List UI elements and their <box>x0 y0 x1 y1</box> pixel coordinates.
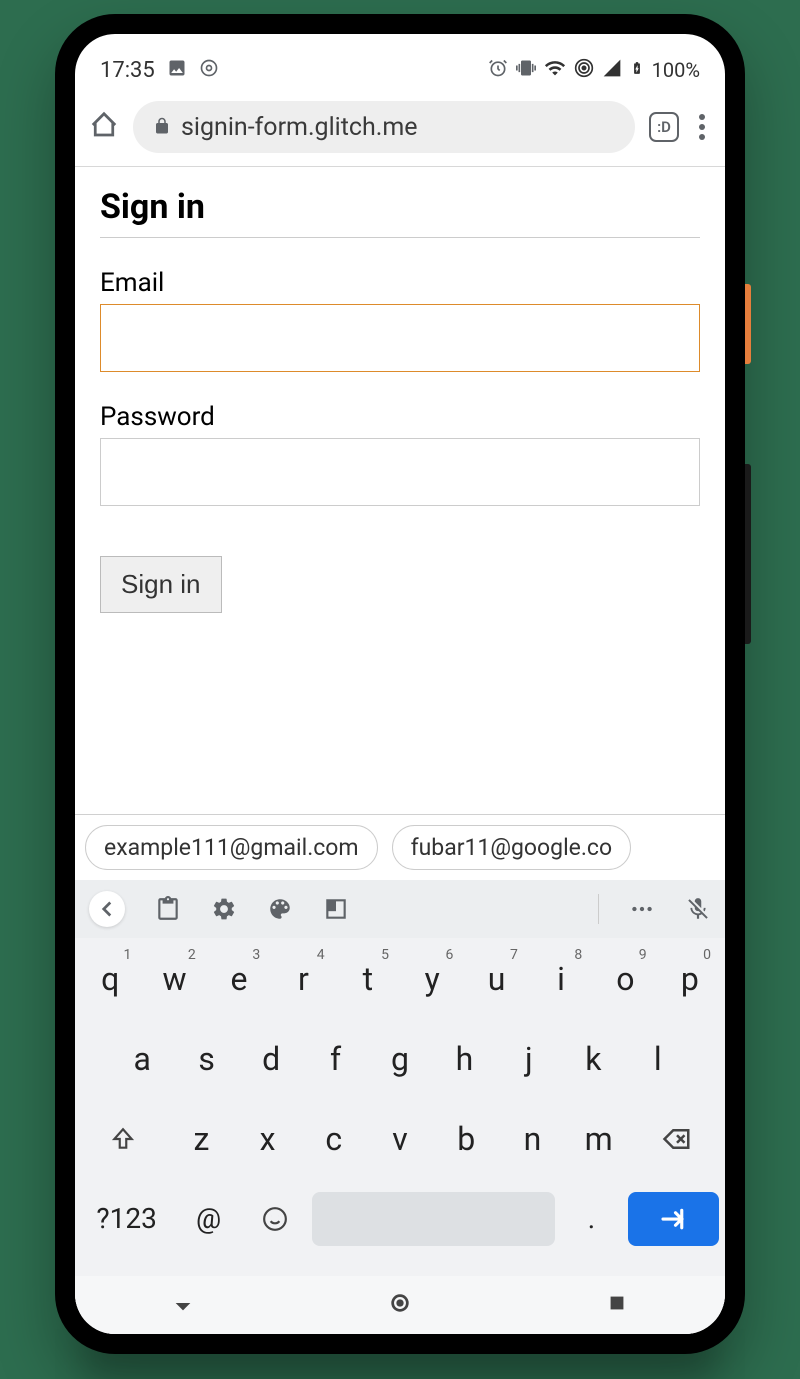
key-y[interactable]: y6 <box>403 944 461 1014</box>
page-content: Sign in Email Password Sign in <box>75 167 725 814</box>
gear-icon[interactable] <box>211 896 237 922</box>
space-key[interactable] <box>312 1192 555 1246</box>
image-icon <box>167 58 187 84</box>
email-field[interactable] <box>100 304 700 372</box>
keyboard-row: zxcvbnm <box>81 1104 719 1174</box>
key-k[interactable]: k <box>564 1024 622 1094</box>
key-i[interactable]: i8 <box>532 944 590 1014</box>
backspace-key[interactable] <box>635 1104 719 1174</box>
key-a[interactable]: a <box>113 1024 171 1094</box>
key-b[interactable]: b <box>436 1104 496 1174</box>
suggestion-chip[interactable]: fubar11@google.co <box>392 825 631 870</box>
nav-recent-icon[interactable] <box>606 1292 628 1318</box>
onehanded-icon[interactable] <box>323 896 349 922</box>
wifi-icon <box>544 57 566 84</box>
email-label: Email <box>100 268 700 298</box>
android-nav-bar <box>75 1276 725 1334</box>
keyboard-row: q1w2e3r4t5y6u7i8o9p0 <box>81 944 719 1014</box>
key-l[interactable]: l <box>629 1024 687 1094</box>
tab-switcher[interactable]: :D <box>649 112 679 142</box>
key-s[interactable]: s <box>177 1024 235 1094</box>
more-icon[interactable] <box>629 896 655 922</box>
key-z[interactable]: z <box>171 1104 231 1174</box>
chrome-icon <box>199 58 219 84</box>
keyboard-row: asdfghjkl <box>81 1024 719 1094</box>
keyboard-row: ?123 @ . <box>81 1184 719 1254</box>
key-v[interactable]: v <box>370 1104 430 1174</box>
status-time: 17:35 <box>100 58 155 83</box>
key-n[interactable]: n <box>502 1104 562 1174</box>
key-h[interactable]: h <box>435 1024 493 1094</box>
url-bar[interactable]: signin-form.glitch.me <box>133 101 635 153</box>
key-g[interactable]: g <box>371 1024 429 1094</box>
key-m[interactable]: m <box>569 1104 629 1174</box>
key-d[interactable]: d <box>242 1024 300 1094</box>
suggestion-chip[interactable]: example111@gmail.com <box>85 825 378 870</box>
nav-home-icon[interactable] <box>389 1292 411 1318</box>
key-j[interactable]: j <box>500 1024 558 1094</box>
key-q[interactable]: q1 <box>81 944 139 1014</box>
suggestion-bar: example111@gmail.com fubar11@google.co <box>75 815 725 880</box>
enter-key[interactable] <box>628 1192 719 1246</box>
mic-off-icon[interactable] <box>685 896 711 922</box>
url-text: signin-form.glitch.me <box>181 113 418 142</box>
at-key[interactable]: @ <box>178 1184 239 1254</box>
hotspot-icon <box>574 58 594 83</box>
page-title: Sign in <box>100 187 700 238</box>
signal-icon <box>602 58 622 83</box>
emoji-key[interactable] <box>245 1184 306 1254</box>
key-e[interactable]: e3 <box>210 944 268 1014</box>
status-bar: 17:35 <box>75 34 725 89</box>
browser-toolbar: signin-form.glitch.me :D <box>75 89 725 167</box>
battery-percent: 100% <box>652 58 700 82</box>
password-label: Password <box>100 402 700 432</box>
key-x[interactable]: x <box>237 1104 297 1174</box>
key-o[interactable]: o9 <box>596 944 654 1014</box>
key-u[interactable]: u7 <box>467 944 525 1014</box>
symbols-key[interactable]: ?123 <box>81 1184 172 1254</box>
keyboard: example111@gmail.com fubar11@google.co <box>75 814 725 1334</box>
period-key[interactable]: . <box>561 1184 622 1254</box>
shift-key[interactable] <box>81 1104 165 1174</box>
vibrate-icon <box>516 58 536 83</box>
nav-back-icon[interactable] <box>172 1292 194 1318</box>
key-c[interactable]: c <box>304 1104 364 1174</box>
signin-button[interactable]: Sign in <box>100 556 222 613</box>
clipboard-icon[interactable] <box>155 896 181 922</box>
home-icon[interactable] <box>89 110 119 144</box>
key-t[interactable]: t5 <box>339 944 397 1014</box>
chevron-left-icon[interactable] <box>89 891 125 927</box>
key-w[interactable]: w2 <box>145 944 203 1014</box>
password-field[interactable] <box>100 438 700 506</box>
lock-icon <box>153 113 171 142</box>
battery-icon <box>630 57 644 84</box>
palette-icon[interactable] <box>267 896 293 922</box>
key-r[interactable]: r4 <box>274 944 332 1014</box>
key-f[interactable]: f <box>306 1024 364 1094</box>
menu-icon[interactable] <box>693 114 711 140</box>
alarm-icon <box>488 58 508 83</box>
key-p[interactable]: p0 <box>661 944 719 1014</box>
keyboard-toolbar <box>75 880 725 938</box>
